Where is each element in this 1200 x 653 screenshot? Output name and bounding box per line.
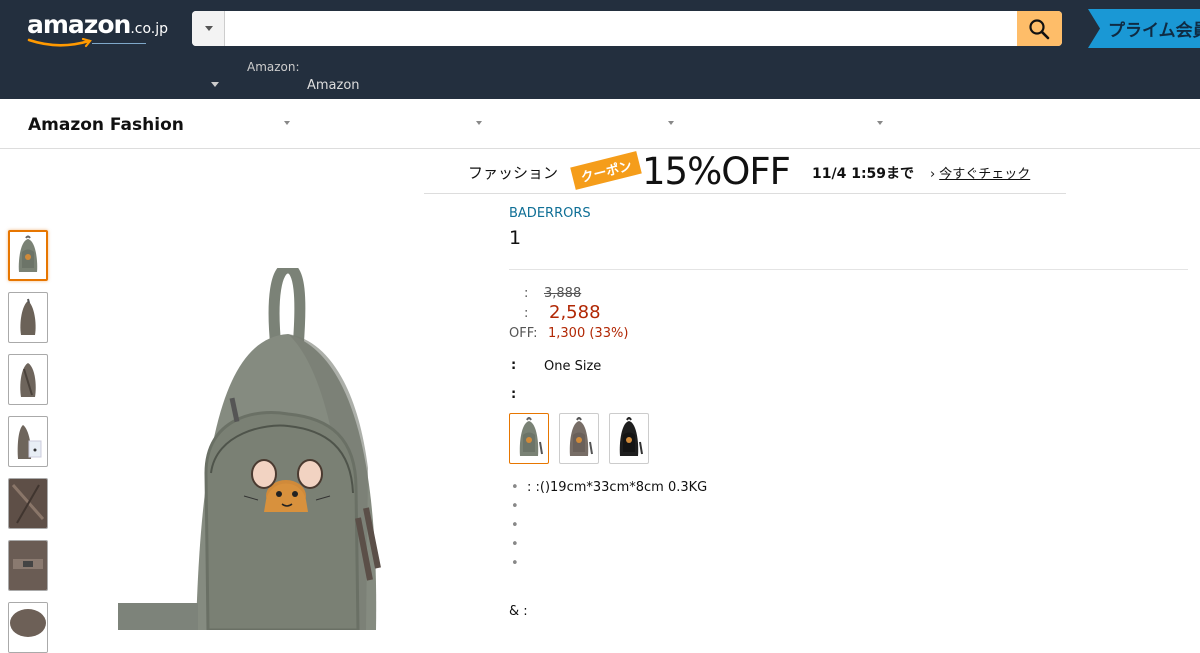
chevron-right-icon: › [930,167,936,182]
sling-bag-image [118,262,381,632]
divider [509,269,1188,270]
product-thumbnail[interactable] [8,602,48,653]
logo-wordmark: amazon [27,10,131,39]
color-swatch-black[interactable] [609,413,649,464]
color-swatch-brown[interactable] [559,413,599,464]
details-heading: & : [509,604,528,619]
promo-deadline: 11/4 1:59まで [812,166,915,182]
discount-value: 1,300 (33%) [548,326,629,341]
size-label: : [511,358,517,373]
subnav-dropdown-3-chevron-icon[interactable] [668,121,674,125]
chevron-down-icon [205,26,213,31]
feature-bullet [509,556,707,575]
feature-bullet: : :()19cm*33cm*8cm 0.3KG [509,480,707,499]
bag-strap-thumb-image [9,541,47,590]
search-button[interactable] [1017,11,1062,46]
logo-underline [92,43,146,44]
top-nav: amazon.co.jp プライム会員 Amazon: Amazon [0,0,1200,99]
sale-price-label: : [524,306,529,321]
feature-bullet [509,518,707,537]
discount-label: OFF: [509,326,538,341]
bag-detail-thumb-image [9,603,47,652]
color-label: : [511,387,517,402]
list-price: 3,888 [544,286,582,301]
prime-banner[interactable]: プライム会員 [1088,9,1200,48]
search-bar [192,11,1062,46]
coupon-tag: クーポン [570,151,642,190]
logo-smile-icon [27,38,92,48]
promo-link-label: 今すぐチェック [939,167,1031,182]
nav-label-amazon-sub[interactable]: Amazon [307,78,360,93]
main-product-image[interactable] [66,262,476,632]
coupon-promo-banner[interactable]: ファッション クーポン 15%OFF 11/4 1:59まで › 今すぐチェック [424,150,1066,194]
subnav-dropdown-4-chevron-icon[interactable] [877,121,883,125]
product-thumbnail[interactable] [8,540,48,591]
product-thumbnail[interactable] [8,478,48,529]
promo-check-link[interactable]: › 今すぐチェック [930,163,1030,182]
chevron-down-icon[interactable] [211,82,219,87]
color-swatch-green[interactable] [509,413,549,464]
search-icon [1029,19,1050,40]
bag-interior-thumb-image [9,479,47,528]
feature-bullet [509,537,707,556]
brand-link[interactable]: BADERRORS [509,206,591,221]
subnav-dropdown-1-chevron-icon[interactable] [284,121,290,125]
nav-label-amazon[interactable]: Amazon: [247,60,300,74]
bag-front-thumb-image [18,235,38,272]
product-thumbnail[interactable] [8,416,48,467]
product-title: 1 [509,227,522,249]
prime-label: プライム会員 [1108,21,1200,41]
product-thumbnail[interactable] [8,230,48,281]
feature-bullet [509,499,707,518]
search-input[interactable] [226,11,1016,46]
logo-tld: .co.jp [130,21,169,37]
product-thumbnail[interactable] [8,292,48,343]
subnav-dropdown-2-chevron-icon[interactable] [476,121,482,125]
amazon-logo[interactable]: amazon.co.jp [27,10,169,48]
promo-category: ファッション [468,164,559,182]
search-category-dropdown[interactable] [192,11,225,46]
product-thumbnail[interactable] [8,354,48,405]
sale-price: 2,588 [549,302,601,323]
fashion-subnav: Amazon Fashion [0,99,1200,149]
size-value: One Size [544,359,602,374]
feature-bullets: : :()19cm*33cm*8cm 0.3KG [509,480,707,575]
bag-pocket-thumb-image [17,425,42,459]
promo-discount: 15%OFF [642,150,791,193]
bag-brown-swatch-image [569,417,593,456]
bag-black-swatch-image [619,417,643,456]
bag-side-thumb-image [20,298,36,335]
list-price-label: : [524,286,529,301]
bag-back-thumb-image [20,363,36,397]
bag-green-swatch-image [519,417,543,456]
amazon-fashion-title[interactable]: Amazon Fashion [28,115,184,135]
